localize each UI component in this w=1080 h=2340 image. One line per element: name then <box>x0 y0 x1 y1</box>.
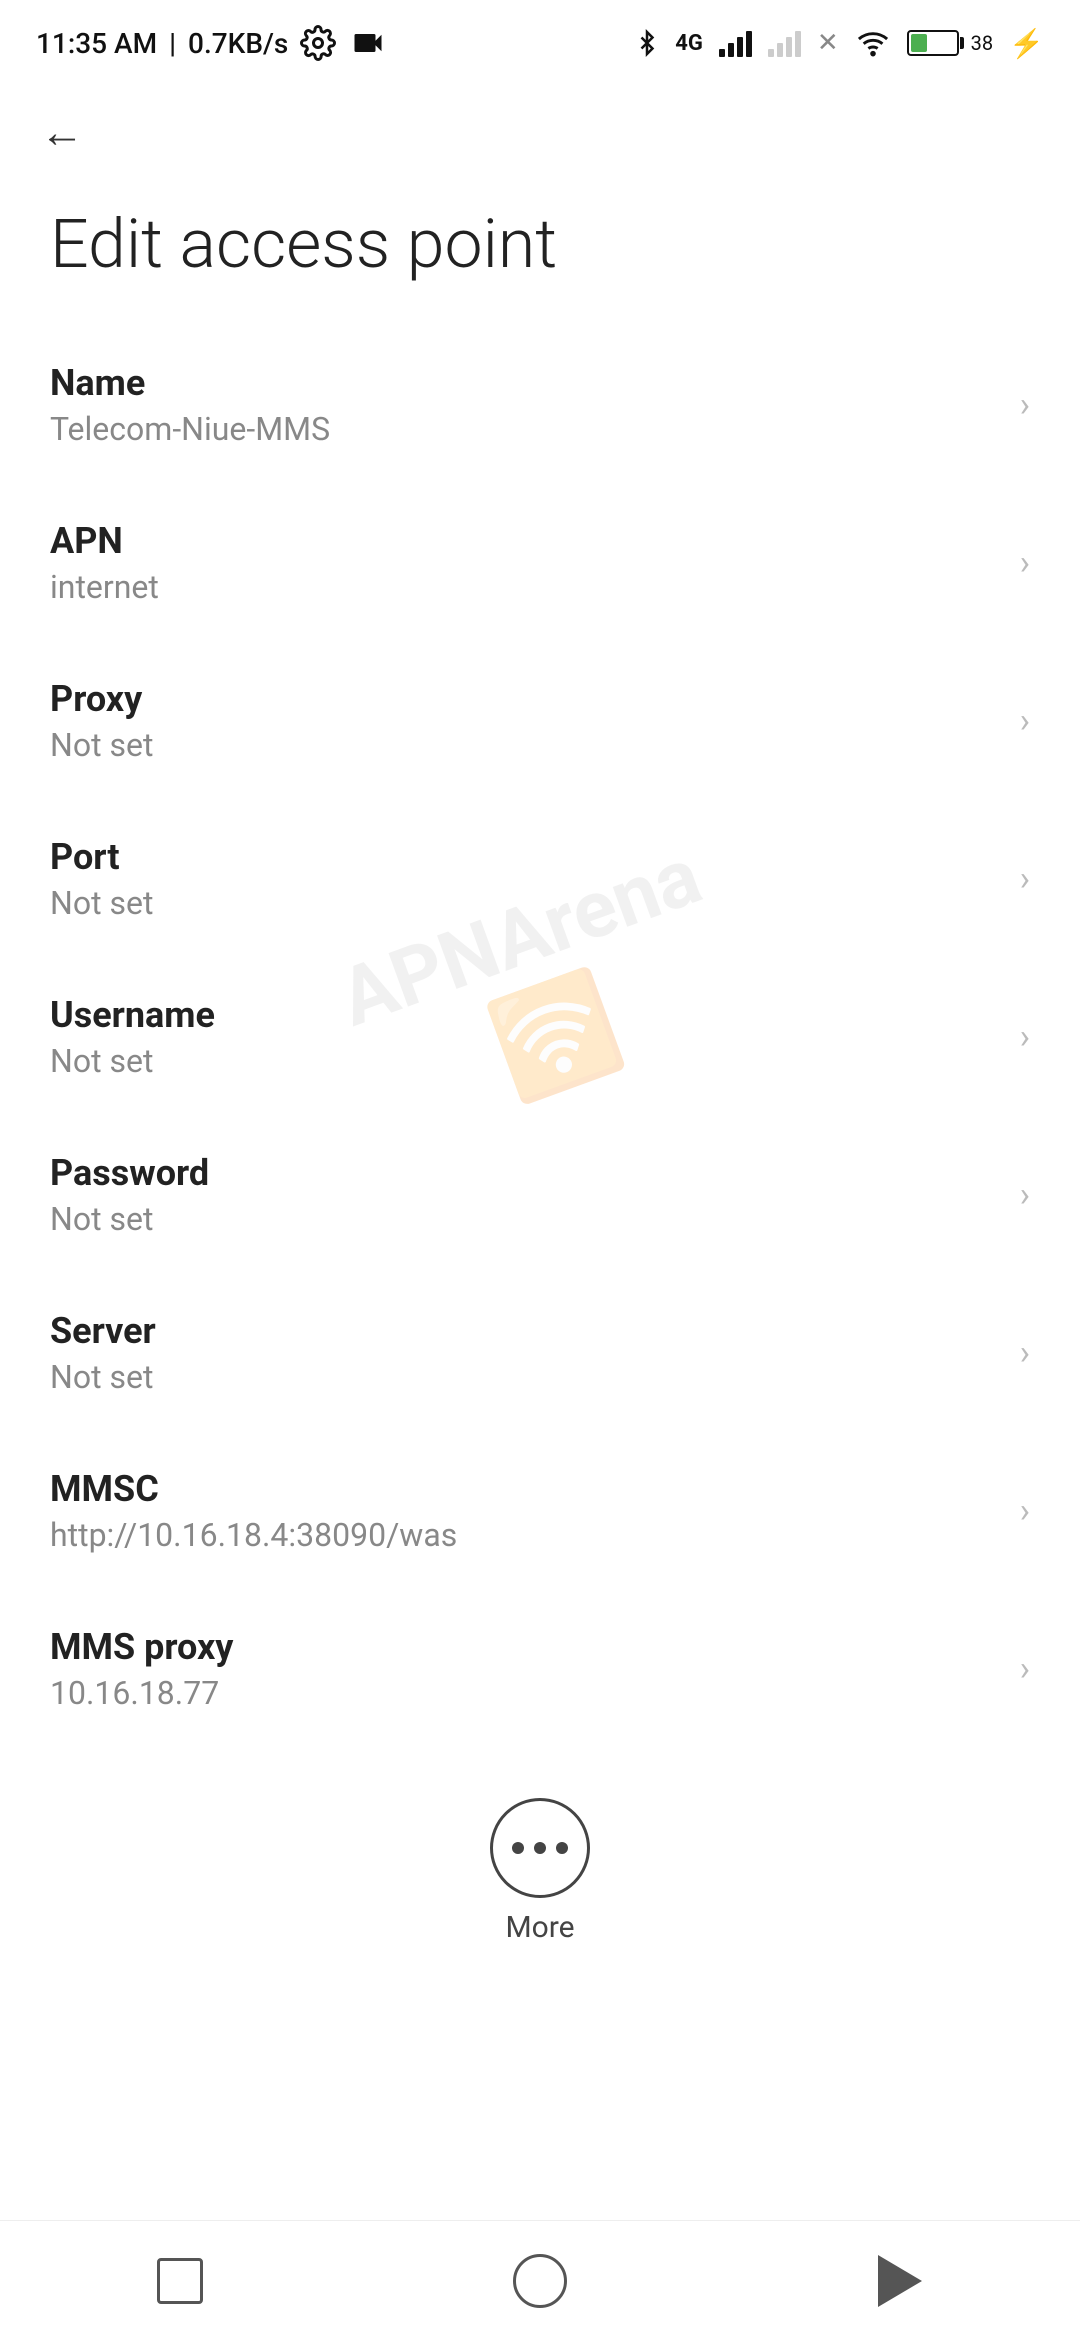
settings-item-mmsc[interactable]: MMSC http://10.16.18.4:38090/was › <box>0 1432 1080 1590</box>
more-section: More <box>0 1748 1080 1985</box>
settings-value-mmsc: http://10.16.18.4:38090/was <box>50 1516 1000 1554</box>
chevron-right-icon-name: › <box>1020 385 1030 425</box>
settings-item-name[interactable]: Name Telecom-Niue-MMS › <box>0 326 1080 484</box>
status-bar: 11:35 AM | 0.7KB/s 4G <box>0 0 1080 80</box>
settings-label-port: Port <box>50 836 1000 878</box>
status-separator: | <box>169 27 176 60</box>
signal-bars-1 <box>719 29 752 57</box>
settings-value-name: Telecom-Niue-MMS <box>50 410 1000 448</box>
settings-list: Name Telecom-Niue-MMS › APN internet › P… <box>0 326 1080 1748</box>
nav-triangle-icon <box>878 2255 922 2307</box>
settings-value-username: Not set <box>50 1042 1000 1080</box>
settings-label-apn: APN <box>50 520 1000 562</box>
back-area[interactable]: ← <box>0 80 1080 174</box>
charging-icon: ⚡ <box>1009 27 1044 60</box>
settings-item-port[interactable]: Port Not set › <box>0 800 1080 958</box>
settings-item-server[interactable]: Server Not set › <box>0 1274 1080 1432</box>
settings-item-apn[interactable]: APN internet › <box>0 484 1080 642</box>
wifi-icon <box>855 27 891 59</box>
status-time: 11:35 AM <box>36 27 157 60</box>
status-speed: 0.7KB/s <box>188 27 288 60</box>
back-arrow-icon: ← <box>40 110 84 154</box>
battery-indicator: 38 <box>907 30 993 56</box>
nav-recents-button[interactable] <box>130 2231 230 2331</box>
settings-value-password: Not set <box>50 1200 1000 1238</box>
chevron-right-icon-proxy: › <box>1020 701 1030 741</box>
settings-label-mms-proxy: MMS proxy <box>50 1626 1000 1668</box>
more-dots-icon <box>512 1842 568 1854</box>
settings-item-password[interactable]: Password Not set › <box>0 1116 1080 1274</box>
no-signal-icon: ✕ <box>817 28 839 58</box>
nav-square-icon <box>157 2258 203 2304</box>
settings-item-mms-proxy[interactable]: MMS proxy 10.16.18.77 › <box>0 1590 1080 1748</box>
settings-label-username: Username <box>50 994 1000 1036</box>
more-label: More <box>505 1910 574 1945</box>
settings-value-port: Not set <box>50 884 1000 922</box>
settings-label-server: Server <box>50 1310 1000 1352</box>
chevron-right-icon-password: › <box>1020 1175 1030 1215</box>
settings-label-proxy: Proxy <box>50 678 1000 720</box>
network-4g: 4G <box>675 31 703 56</box>
settings-item-username[interactable]: Username Not set › <box>0 958 1080 1116</box>
settings-value-proxy: Not set <box>50 726 1000 764</box>
settings-icon <box>300 25 336 61</box>
settings-label-name: Name <box>50 362 1000 404</box>
back-button[interactable]: ← <box>40 110 84 154</box>
settings-value-server: Not set <box>50 1358 1000 1396</box>
bluetooth-icon <box>635 27 659 59</box>
chevron-right-icon-apn: › <box>1020 543 1030 583</box>
settings-label-mmsc: MMSC <box>50 1468 1000 1510</box>
chevron-right-icon-mms-proxy: › <box>1020 1649 1030 1689</box>
chevron-right-icon-server: › <box>1020 1333 1030 1373</box>
settings-value-mms-proxy: 10.16.18.77 <box>50 1674 1000 1712</box>
nav-back-button[interactable] <box>850 2231 950 2331</box>
chevron-right-icon-username: › <box>1020 1017 1030 1057</box>
settings-label-password: Password <box>50 1152 1000 1194</box>
settings-value-apn: internet <box>50 568 1000 606</box>
signal-bars-2 <box>768 29 801 57</box>
page-title: Edit access point <box>0 174 1080 326</box>
more-button[interactable] <box>490 1798 590 1898</box>
status-right-icons: 4G ✕ <box>635 27 1044 60</box>
nav-circle-icon <box>513 2254 567 2308</box>
settings-item-proxy[interactable]: Proxy Not set › <box>0 642 1080 800</box>
nav-bar <box>0 2220 1080 2340</box>
chevron-right-icon-mmsc: › <box>1020 1491 1030 1531</box>
nav-home-button[interactable] <box>490 2231 590 2331</box>
camera-icon <box>348 25 388 61</box>
chevron-right-icon-port: › <box>1020 859 1030 899</box>
